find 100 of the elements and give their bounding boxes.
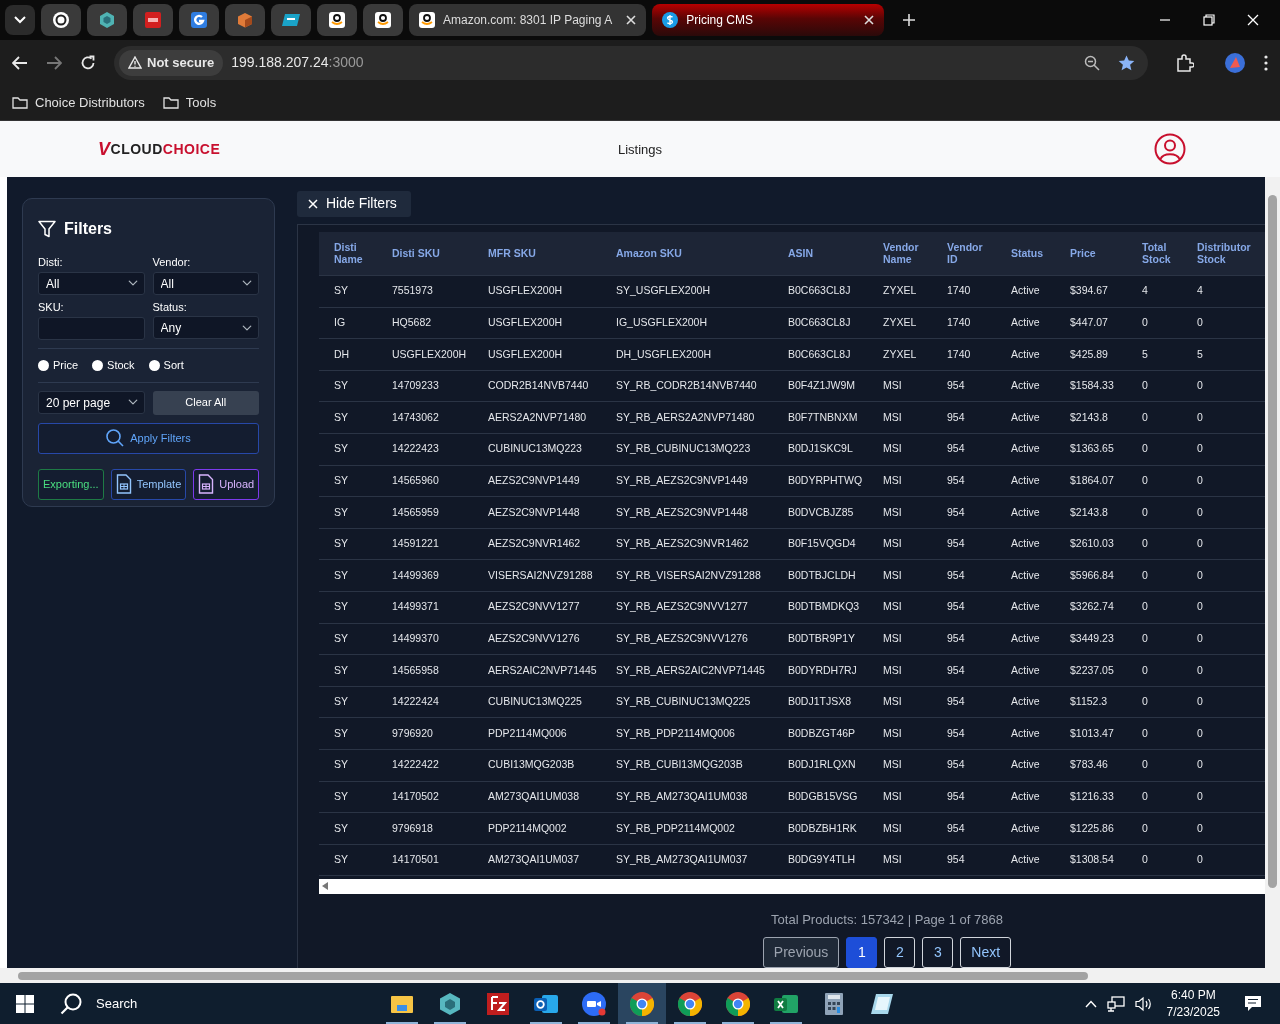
- clear-all-button[interactable]: Clear All: [152, 390, 259, 415]
- close-icon[interactable]: [864, 15, 875, 25]
- nav-link[interactable]: Listings: [618, 140, 663, 160]
- table-cell: SY: [319, 812, 377, 845]
- column-header[interactable]: Disti Name: [319, 231, 377, 276]
- browser-tab[interactable]: Amazon.com: 8301 IP Paging A: [409, 4, 647, 36]
- horizontal-scrollbar[interactable]: [319, 878, 1265, 894]
- back-arrow-icon[interactable]: [12, 55, 28, 70]
- table-cell: 954: [932, 370, 996, 402]
- table-cell: 7551973: [377, 275, 473, 308]
- table-cell: $3449.23: [1055, 623, 1127, 655]
- restore-icon[interactable]: [1203, 14, 1215, 26]
- browser-tab[interactable]: [225, 4, 265, 36]
- browser-tab[interactable]: [363, 4, 403, 36]
- browser-tab[interactable]: [271, 4, 311, 36]
- table-cell: B0C663CL8J: [773, 338, 868, 371]
- url-text[interactable]: 199.188.207.24:3000: [231, 52, 364, 73]
- table-cell: 0: [1127, 370, 1182, 402]
- table-cell: SY: [319, 781, 377, 813]
- browser-tab[interactable]: [133, 4, 173, 36]
- table-cell: 5: [1127, 338, 1182, 371]
- smile-logo-icon: [419, 12, 435, 28]
- column-header[interactable]: Vendor ID: [932, 231, 996, 276]
- cube-icon: [237, 12, 253, 28]
- select-field[interactable]: All: [38, 271, 145, 295]
- column-header[interactable]: Price: [1055, 231, 1127, 276]
- browser-tab[interactable]: [87, 4, 127, 36]
- browser-tab[interactable]: Pricing CMS: [652, 4, 885, 36]
- puzzle-icon[interactable]: [1176, 53, 1194, 72]
- radio-button[interactable]: [38, 359, 49, 371]
- apply-filters-button[interactable]: Apply Filters: [38, 422, 259, 454]
- taskbar-button[interactable]: [618, 983, 666, 1024]
- speaker-icon[interactable]: [1134, 995, 1153, 1012]
- windows-start-icon[interactable]: [16, 994, 34, 1013]
- scroll-left-arrow-icon[interactable]: [322, 882, 328, 890]
- table-cell: SY_RB_CUBINUC13MQ225: [601, 686, 773, 718]
- table-cell: MSI: [868, 401, 932, 434]
- table-cell: SY: [319, 370, 377, 402]
- table-cell: B0DJ1RLQXN: [773, 749, 868, 781]
- bookmark-folder[interactable]: Choice Distributors: [12, 92, 145, 113]
- column-header[interactable]: Vendor Name: [868, 231, 932, 276]
- table-cell: MSI: [868, 465, 932, 497]
- table-cell: $2143.8: [1055, 401, 1127, 434]
- select-field[interactable]: Any: [152, 316, 259, 339]
- table-cell: 0: [1127, 496, 1182, 529]
- security-chip[interactable]: Not secure: [119, 49, 224, 76]
- taskbar-search[interactable]: Search: [60, 992, 138, 1015]
- table-cell: 954: [932, 496, 996, 529]
- close-icon[interactable]: [626, 15, 637, 25]
- profile-avatar-icon[interactable]: [1224, 51, 1246, 74]
- table-cell: $3262.74: [1055, 591, 1127, 624]
- swirl-icon: [53, 12, 69, 28]
- browser-tab[interactable]: [41, 4, 81, 36]
- clock[interactable]: 6:40 PM 7/23/2025: [1166, 987, 1220, 1020]
- table-cell: $1584.33: [1055, 370, 1127, 402]
- column-header[interactable]: Status: [996, 231, 1055, 276]
- export-button[interactable]: Exporting...: [38, 468, 104, 500]
- column-header[interactable]: Distributor Stock: [1182, 231, 1265, 276]
- logo[interactable]: VCLOUDCHOICE: [98, 135, 221, 163]
- page-button[interactable]: 1: [846, 937, 878, 968]
- radio-button[interactable]: [148, 359, 160, 371]
- radio-label[interactable]: Stock: [107, 357, 135, 374]
- chevron-up-icon[interactable]: [1084, 999, 1097, 1008]
- browser-tab[interactable]: [179, 4, 219, 36]
- horizontal-scrollbar[interactable]: [0, 968, 1280, 983]
- column-header[interactable]: Amazon SKU: [601, 231, 773, 276]
- table-cell: MSI: [868, 591, 932, 624]
- zoom-icon[interactable]: [1084, 54, 1100, 71]
- table-cell: SY: [319, 686, 377, 718]
- notification-icon[interactable]: [1244, 995, 1262, 1012]
- table-cell: USGFLEX200H: [473, 307, 601, 339]
- table-cell: Active: [996, 338, 1055, 371]
- table-cell: $1216.33: [1055, 781, 1127, 813]
- new-tab-icon[interactable]: [902, 13, 917, 27]
- column-header[interactable]: Total Stock: [1127, 231, 1182, 276]
- table-cell: MSI: [868, 433, 932, 466]
- radio-label[interactable]: Price: [53, 357, 79, 374]
- column-header[interactable]: ASIN: [773, 231, 868, 276]
- vertical-scrollbar[interactable]: [1265, 177, 1280, 968]
- menu-dots-icon[interactable]: [1264, 54, 1268, 71]
- radio-button[interactable]: [92, 359, 104, 371]
- column-header[interactable]: Disti SKU: [377, 231, 473, 276]
- table-cell: Active: [996, 559, 1055, 592]
- tab-list-button[interactable]: [5, 5, 35, 35]
- reload-icon[interactable]: [80, 54, 96, 71]
- per-page-select[interactable]: 20 per page: [38, 390, 145, 414]
- table-cell: $2610.03: [1055, 528, 1127, 560]
- bookmark-folder[interactable]: Tools: [162, 92, 217, 113]
- user-avatar-icon[interactable]: [1154, 133, 1186, 165]
- browser-tab[interactable]: [317, 4, 357, 36]
- select-field[interactable]: All: [152, 271, 259, 295]
- table-cell: SY: [319, 623, 377, 655]
- hide-filters-button[interactable]: Hide Filters: [297, 191, 411, 217]
- upload-button[interactable]: Upload: [193, 468, 260, 500]
- radio-label[interactable]: Sort: [163, 357, 184, 374]
- template-button[interactable]: Template: [110, 468, 187, 500]
- star-icon[interactable]: [1118, 54, 1135, 71]
- column-header[interactable]: MFR SKU: [473, 231, 601, 276]
- network-icon[interactable]: [1106, 995, 1125, 1012]
- text-field[interactable]: [38, 316, 145, 340]
